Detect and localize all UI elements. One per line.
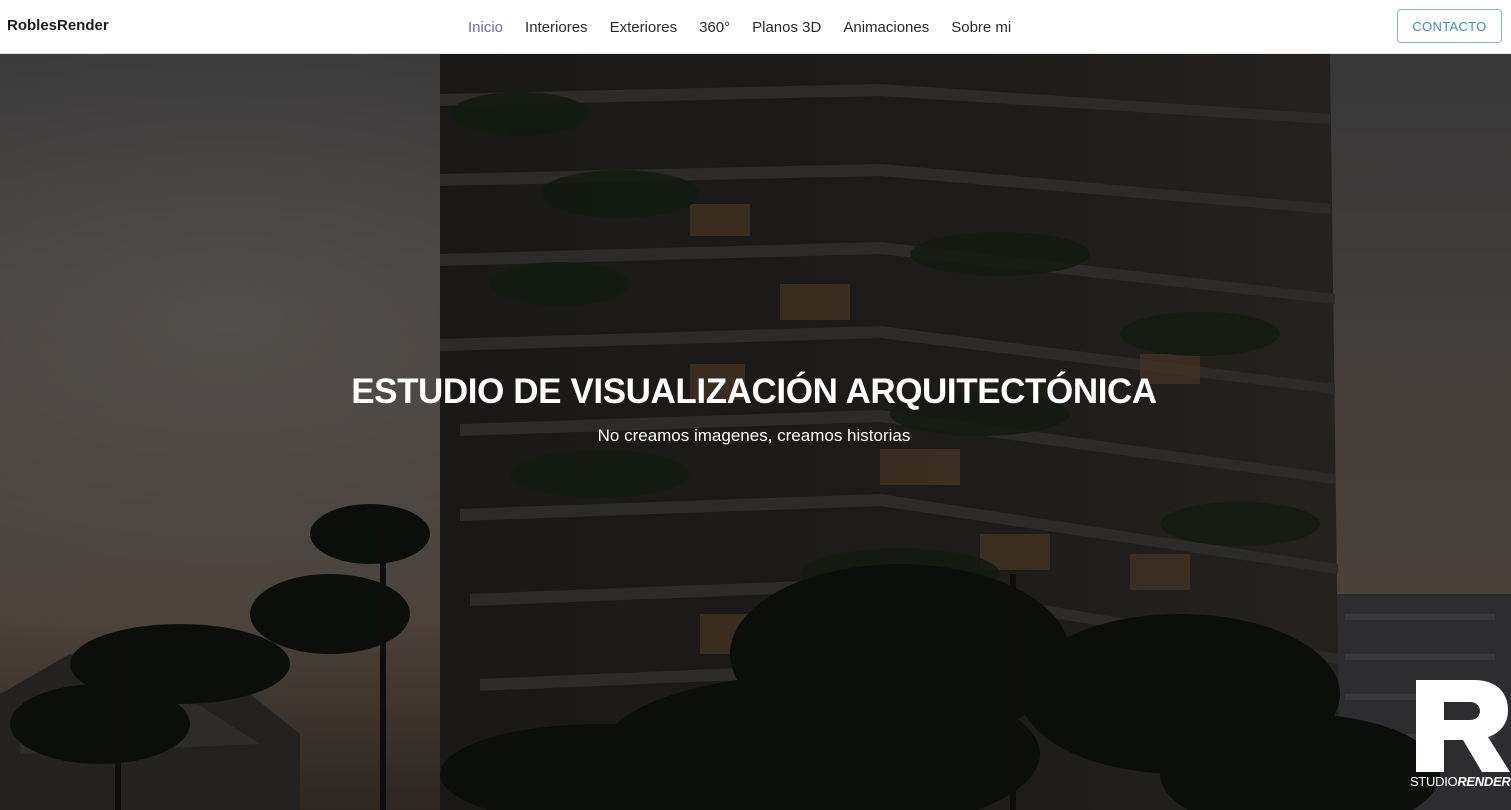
- top-navbar: RoblesRender Inicio Interiores Exteriore…: [0, 0, 1511, 54]
- nav-item-sobre-mi[interactable]: Sobre mi: [940, 19, 1022, 36]
- hero-section: ESTUDIO DE VISUALIZACIÓN ARQUITECTÓNICA …: [0, 54, 1511, 810]
- nav-item-animaciones[interactable]: Animaciones: [832, 19, 940, 36]
- brand-logo-text[interactable]: RoblesRender: [7, 17, 109, 34]
- r-letter-logo-icon: [1416, 680, 1510, 772]
- nav-item-inicio[interactable]: Inicio: [457, 19, 514, 36]
- logo-wordmark: STUDIORENDER: [1410, 774, 1511, 789]
- logo-text-studio: STUDIO: [1410, 774, 1458, 789]
- contact-button[interactable]: CONTACTO: [1397, 9, 1502, 43]
- nav-item-interiores[interactable]: Interiores: [514, 19, 599, 36]
- hero-title: ESTUDIO DE VISUALIZACIÓN ARQUITECTÓNICA: [351, 372, 1157, 411]
- studio-render-logo: STUDIORENDER: [1408, 680, 1511, 810]
- hero-subtitle: No creamos imagenes, creamos historias: [597, 426, 911, 445]
- nav-item-360[interactable]: 360°: [688, 19, 741, 36]
- main-nav: Inicio Interiores Exteriores 360° Planos…: [457, 0, 1022, 54]
- nav-item-exteriores[interactable]: Exteriores: [599, 19, 689, 36]
- nav-item-planos-3d[interactable]: Planos 3D: [741, 19, 832, 36]
- logo-text-render: RENDER: [1457, 774, 1511, 789]
